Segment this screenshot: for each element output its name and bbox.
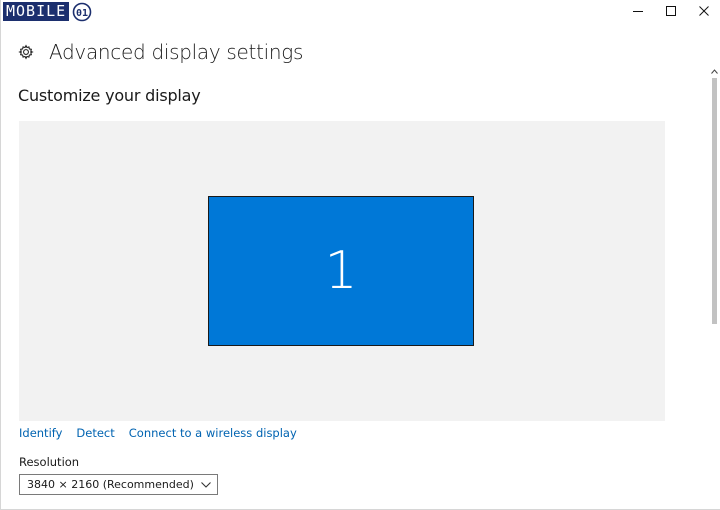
resolution-dropdown[interactable]: 3840 × 2160 (Recommended) <box>19 474 218 495</box>
scroll-up-button[interactable] <box>710 66 719 76</box>
section-title: Customize your display <box>18 86 201 105</box>
minimize-button[interactable] <box>621 0 654 22</box>
resolution-label: Resolution <box>19 455 80 469</box>
watermark-main: MOBILE <box>3 2 70 21</box>
gear-icon <box>17 43 35 61</box>
vertical-scrollbar[interactable] <box>710 66 719 509</box>
watermark-logo: MOBILE 01 <box>3 1 93 22</box>
close-icon <box>698 6 709 16</box>
maximize-button[interactable] <box>654 0 687 22</box>
resolution-value: 3840 × 2160 (Recommended) <box>27 478 194 491</box>
identify-link[interactable]: Identify <box>19 426 62 440</box>
connect-wireless-display-link[interactable]: Connect to a wireless display <box>129 426 297 440</box>
maximize-icon <box>665 6 676 16</box>
close-button[interactable] <box>687 0 720 22</box>
caption-buttons <box>621 0 720 22</box>
monitor-number: 1 <box>324 241 358 301</box>
minimize-icon <box>632 11 643 12</box>
detect-link[interactable]: Detect <box>76 426 114 440</box>
display-preview-area[interactable]: 1 <box>19 121 665 421</box>
chevron-up-icon <box>711 68 718 74</box>
watermark-badge-icon: 01 <box>72 2 92 21</box>
chevron-down-icon <box>200 481 212 489</box>
scroll-thumb[interactable] <box>712 78 717 324</box>
display-links: Identify Detect Connect to a wireless di… <box>19 426 311 440</box>
svg-text:01: 01 <box>76 8 88 19</box>
page-header: Advanced display settings <box>17 40 303 64</box>
page-title: Advanced display settings <box>49 40 304 64</box>
monitor-tile[interactable]: 1 <box>208 196 474 346</box>
settings-window: MOBILE 01 Advanced display settings Cust… <box>0 0 720 510</box>
